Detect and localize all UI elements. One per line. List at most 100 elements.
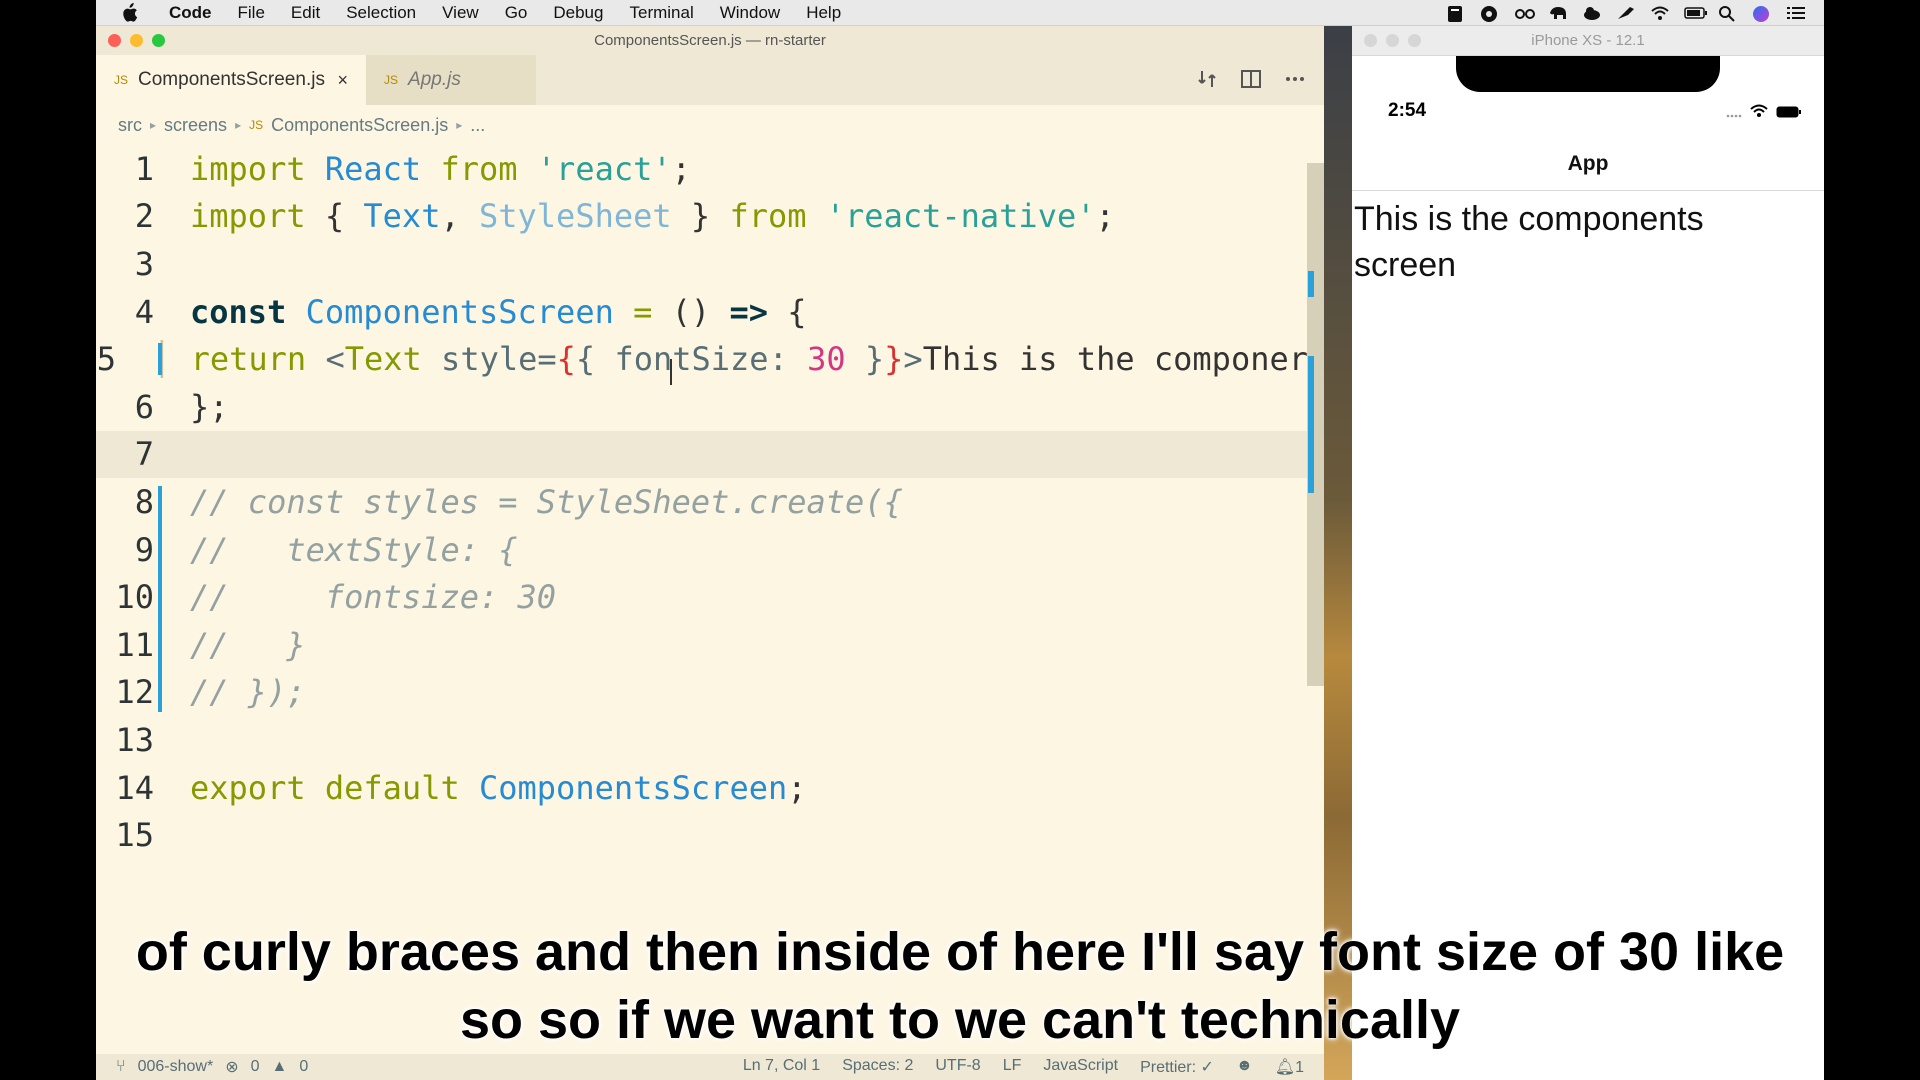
minimize-window-button[interactable] xyxy=(1386,34,1399,47)
code-line[interactable]: 9 // textStyle: { xyxy=(96,526,1308,574)
token: ; xyxy=(671,149,691,188)
token: import xyxy=(190,149,306,188)
battery-icon[interactable] xyxy=(1684,5,1707,21)
error-icon[interactable]: ⊗ xyxy=(225,1057,238,1077)
glasses-icon[interactable] xyxy=(1514,5,1535,21)
warning-icon[interactable]: ▲ xyxy=(272,1058,288,1076)
cloud-app-icon[interactable] xyxy=(1582,5,1602,21)
token: ComponentsScreen xyxy=(286,292,614,331)
menu-selection[interactable]: Selection xyxy=(333,3,429,23)
line-number: 1 xyxy=(134,149,154,188)
brush-icon[interactable] xyxy=(1616,5,1636,21)
zoom-window-button[interactable] xyxy=(152,34,165,47)
menu-debug[interactable]: Debug xyxy=(540,3,616,23)
window-title: ComponentsScreen.js — rn-starter xyxy=(594,32,826,49)
code-line[interactable]: 15 xyxy=(96,811,1308,859)
code-line[interactable]: 6 }; xyxy=(96,383,1308,431)
phone-status-icons xyxy=(1726,104,1802,123)
menu-terminal[interactable]: Terminal xyxy=(616,3,706,23)
tab-app[interactable]: JS App.js xyxy=(366,55,536,105)
menu-file[interactable]: File xyxy=(225,3,278,23)
token: style= xyxy=(421,340,557,379)
cursor-position[interactable]: Ln 7, Col 1 xyxy=(743,1057,820,1077)
code-line[interactable]: 12 // }); xyxy=(96,669,1308,717)
error-count[interactable]: 0 xyxy=(251,1058,260,1076)
macos-menubar: Code File Edit Selection View Go Debug T… xyxy=(96,0,1824,26)
phone-notch xyxy=(1456,56,1720,92)
code-line[interactable]: 10 // fontsize: 30 xyxy=(96,573,1308,621)
comment: // } xyxy=(190,625,306,664)
notification-center-icon[interactable] xyxy=(1786,5,1806,21)
siri-icon[interactable] xyxy=(1752,5,1772,22)
git-branch[interactable]: 006-show* xyxy=(138,1058,214,1076)
apple-menu-icon[interactable] xyxy=(120,2,142,23)
token: import xyxy=(190,197,306,236)
code-line[interactable]: 2 import { Text, StyleSheet } from 'reac… xyxy=(96,193,1308,241)
split-editor-icon[interactable] xyxy=(1240,68,1262,90)
feedback-smiley-icon[interactable]: ☻ xyxy=(1236,1057,1253,1077)
line-ending[interactable]: LF xyxy=(1003,1057,1022,1077)
token: > xyxy=(903,340,923,379)
warning-count[interactable]: 0 xyxy=(299,1058,308,1076)
code-line[interactable]: 13 xyxy=(96,716,1308,764)
line-number: 15 xyxy=(115,816,154,855)
creative-cloud-icon[interactable] xyxy=(1480,5,1500,22)
search-icon[interactable] xyxy=(1718,5,1738,22)
menu-window[interactable]: Window xyxy=(707,3,793,23)
comment: // textStyle: { xyxy=(190,530,518,569)
components-screen-text: This is the components screen xyxy=(1354,200,1704,284)
line-number: 6 xyxy=(134,387,154,426)
breadcrumb-more[interactable]: ... xyxy=(470,115,485,136)
open-changes-icon[interactable] xyxy=(1196,68,1218,90)
encoding[interactable]: UTF-8 xyxy=(935,1057,980,1077)
breadcrumb-file[interactable]: ComponentsScreen.js xyxy=(271,115,448,136)
menu-app-name[interactable]: Code xyxy=(156,3,225,23)
notifications-bell[interactable]: 🔔︎1 xyxy=(1275,1057,1304,1077)
breadcrumb-screens[interactable]: screens xyxy=(164,115,227,136)
indentation[interactable]: Spaces: 2 xyxy=(842,1057,913,1077)
menu-edit[interactable]: Edit xyxy=(278,3,333,23)
line-number: 3 xyxy=(134,244,154,283)
menu-help[interactable]: Help xyxy=(793,3,854,23)
notes-app-icon[interactable] xyxy=(1446,5,1466,22)
token: < xyxy=(306,340,345,379)
tab-componentsscreen[interactable]: JS ComponentsScreen.js × xyxy=(96,55,366,105)
breadcrumb-src[interactable]: src xyxy=(118,115,142,136)
close-window-button[interactable] xyxy=(108,34,121,47)
menu-go[interactable]: Go xyxy=(492,3,541,23)
chevron-right-icon: ▸ xyxy=(456,118,463,132)
zoom-window-button[interactable] xyxy=(1408,34,1421,47)
code-line[interactable]: 5 │ return < Text style={{ fontSize: 30 }… xyxy=(96,335,1308,383)
video-subtitles: of curly braces and then inside of here … xyxy=(96,918,1824,1054)
prettier-status[interactable]: Prettier: ✓ xyxy=(1140,1057,1214,1077)
code-line[interactable]: 4 const ComponentsScreen = () => { xyxy=(96,288,1308,336)
git-branch-icon[interactable]: ⑂ xyxy=(116,1058,126,1076)
close-window-button[interactable] xyxy=(1364,34,1377,47)
code-line-current[interactable]: 7 xyxy=(96,430,1308,479)
language-mode[interactable]: JavaScript xyxy=(1043,1057,1118,1077)
minimize-window-button[interactable] xyxy=(130,34,143,47)
subtitle-line: of curly braces and then inside of here … xyxy=(135,922,1785,982)
status-time: 2:54 xyxy=(1388,100,1427,121)
editor-tabbar: JS ComponentsScreen.js × JS App.js xyxy=(96,55,1324,105)
code-line[interactable]: 3 xyxy=(96,240,1308,288)
menu-view[interactable]: View xyxy=(429,3,492,23)
token: ComponentsScreen xyxy=(459,768,788,807)
code-area[interactable]: 1 import React from 'react'; 2 import { … xyxy=(96,145,1308,880)
signal-icon xyxy=(1726,105,1742,123)
token: }; xyxy=(190,387,229,426)
code-line[interactable]: 8 // const styles = StyleSheet.create({ xyxy=(96,478,1308,526)
elephant-icon[interactable] xyxy=(1548,5,1568,21)
line-number: 13 xyxy=(115,720,154,759)
more-actions-icon[interactable] xyxy=(1284,68,1306,90)
mouse-cursor-icon xyxy=(670,359,673,385)
token: const xyxy=(190,292,287,331)
code-line[interactable]: 14 export default ComponentsScreen; xyxy=(96,764,1308,812)
token: } xyxy=(671,197,730,236)
token: , xyxy=(440,197,479,236)
close-tab-icon[interactable]: × xyxy=(337,70,348,91)
simulator-window-controls xyxy=(1364,34,1421,47)
wifi-icon[interactable] xyxy=(1650,5,1670,21)
code-line[interactable]: 1 import React from 'react'; xyxy=(96,145,1308,193)
code-line[interactable]: 11 // } xyxy=(96,621,1308,669)
